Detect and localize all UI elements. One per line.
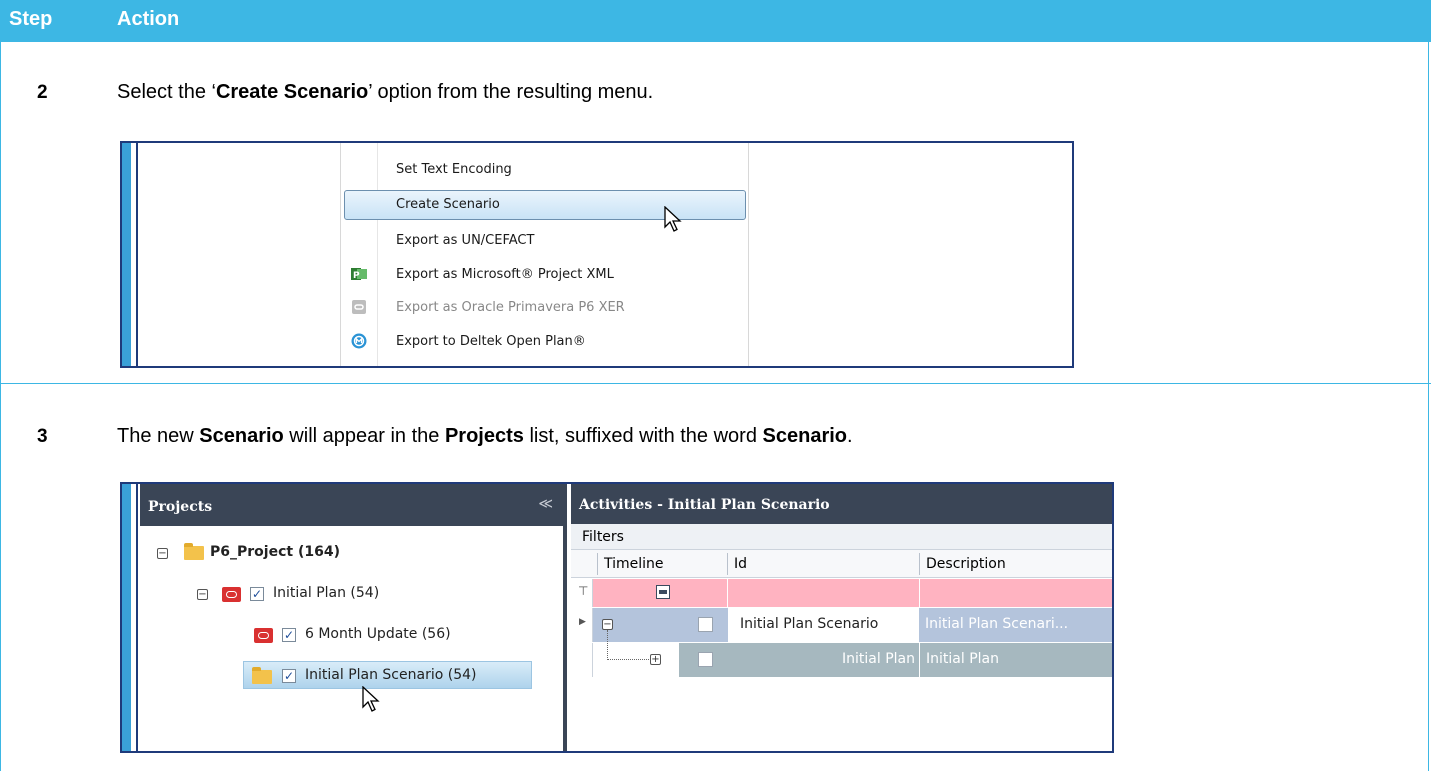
projects-pane: Projects ≪ − P6_Project (164) − ✓ Initia… (140, 484, 567, 751)
tree-connector (607, 630, 608, 660)
folder-icon (252, 667, 272, 684)
menu-item-export-deltek[interactable]: Export to Deltek Open Plan® (341, 327, 749, 357)
menu-item-export-primavera[interactable]: Export as Oracle Primavera P6 XER (341, 293, 749, 323)
tree-node-p6-project[interactable]: P6_Project (164) (210, 544, 340, 566)
window-edge (122, 484, 131, 751)
mouse-cursor-icon (664, 206, 682, 232)
column-headers: Timeline Id Description (571, 550, 1112, 578)
context-menu-screenshot: Set Text Encoding Create Scenario Export… (120, 141, 1074, 368)
step-instruction: The new Scenario will appear in the Proj… (117, 425, 853, 447)
projects-screenshot: Projects ≪ − P6_Project (164) − ✓ Initia… (120, 482, 1114, 753)
projects-title: Projects (148, 499, 213, 515)
activities-pane: Activities - Initial Plan Scenario Filte… (571, 484, 1112, 751)
menu-item-export-un-cefact[interactable]: Export as UN/CEFACT (341, 226, 749, 256)
row-header-cell (571, 643, 593, 677)
step-number: 3 (37, 426, 48, 447)
table-row-id[interactable]: Initial Plan Scenario (728, 608, 919, 642)
table-row-description[interactable]: Initial Plan Scenari... (919, 608, 1112, 642)
collapse-icon[interactable]: − (157, 548, 168, 559)
checkbox-6-month-update[interactable]: ✓ (282, 628, 296, 642)
ms-project-icon: P (351, 266, 367, 282)
filters-bar[interactable]: Filters (571, 524, 1112, 550)
column-divider (727, 579, 728, 607)
projects-pane-header: Projects ≪ (140, 484, 563, 526)
tree-node-initial-plan-scenario[interactable]: Initial Plan Scenario (54) (305, 667, 476, 689)
filter-row[interactable] (571, 579, 1112, 607)
oracle-project-icon (222, 587, 241, 602)
tree-node-6-month-update[interactable]: 6 Month Update (56) (305, 626, 451, 648)
tree-node-initial-plan[interactable]: Initial Plan (54) (273, 585, 379, 607)
column-header-id[interactable]: Id (734, 556, 747, 572)
column-separator (727, 553, 728, 575)
column-divider (919, 579, 920, 607)
mouse-cursor-icon (362, 686, 380, 712)
table-row-id[interactable]: Initial Plan (728, 643, 919, 677)
oracle-project-icon (254, 628, 273, 643)
deltek-icon (351, 333, 367, 349)
tree-connector (607, 659, 649, 660)
table-header: Step Action (0, 0, 1431, 42)
checkbox-initial-plan[interactable]: ✓ (250, 587, 264, 601)
window-edge-line (136, 484, 138, 751)
svg-text:P: P (353, 271, 360, 281)
step-number: 2 (37, 82, 48, 103)
row-pointer-icon: ▶ (579, 617, 586, 627)
row-checkbox[interactable] (698, 652, 713, 667)
step-column-header: Step (9, 8, 53, 30)
menu-item-export-ms-project[interactable]: P Export as Microsoft® Project XML (341, 260, 749, 290)
column-separator (597, 553, 598, 575)
column-separator (919, 553, 920, 575)
step-instruction: Select the ‘Create Scenario’ option from… (117, 81, 654, 103)
window-edge (122, 143, 131, 366)
filter-checkbox[interactable] (656, 585, 670, 599)
column-header-description[interactable]: Description (926, 556, 1006, 572)
collapse-pane-icon[interactable]: ≪ (538, 496, 553, 512)
menu-item-set-text-encoding[interactable]: Set Text Encoding (341, 155, 749, 185)
table-border-left (0, 42, 1, 771)
row-checkbox[interactable] (698, 617, 713, 632)
folder-icon (184, 543, 204, 560)
collapse-icon[interactable]: − (197, 589, 208, 600)
menu-item-create-scenario[interactable]: Create Scenario (344, 190, 746, 220)
row-divider (0, 383, 1431, 384)
context-menu: Set Text Encoding Create Scenario Export… (340, 143, 749, 366)
primavera-icon (351, 299, 367, 315)
expand-icon[interactable]: + (650, 654, 661, 665)
collapse-icon[interactable]: − (602, 619, 613, 630)
activities-pane-header: Activities - Initial Plan Scenario (571, 484, 1112, 524)
filter-icon: ⊤ (578, 584, 589, 598)
action-column-header: Action (117, 8, 180, 30)
table-row-description[interactable]: Initial Plan (919, 643, 1112, 677)
checkbox-initial-plan-scenario[interactable]: ✓ (282, 669, 296, 683)
table-border-right (1428, 42, 1429, 771)
column-header-timeline[interactable]: Timeline (604, 556, 664, 572)
window-edge-line (136, 143, 138, 366)
activities-title: Activities - Initial Plan Scenario (579, 497, 830, 513)
